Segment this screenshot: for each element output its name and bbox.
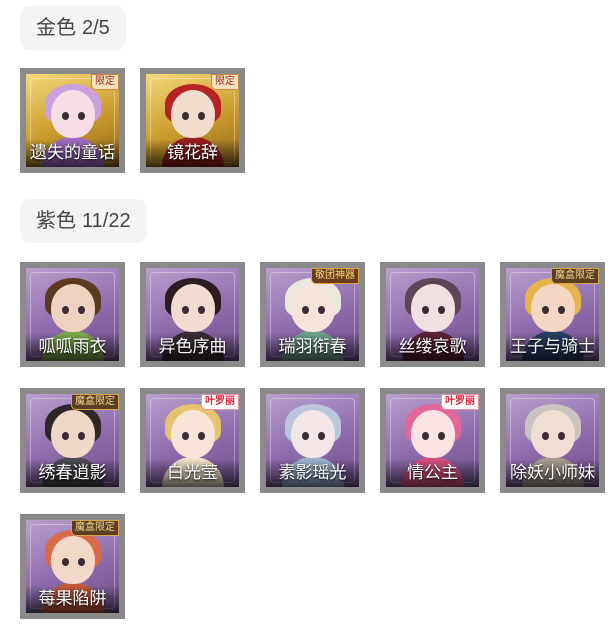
character-card[interactable]: 丝缕哀歌 [380, 262, 485, 367]
character-name: 白光莹 [146, 459, 239, 487]
card-badge: 魔盒限定 [71, 394, 119, 410]
character-name: 素影瑶光 [266, 459, 359, 487]
character-card[interactable]: 魔盒限定绣春逍影 [20, 388, 125, 493]
character-name: 镜花辞 [146, 139, 239, 167]
character-name: 莓果陷阱 [26, 585, 119, 613]
character-card[interactable]: 异色序曲 [140, 262, 245, 367]
card-badge: 叶罗丽 [441, 394, 479, 410]
section-count: 2/5 [82, 17, 110, 39]
character-card[interactable]: 除妖小师妹 [500, 388, 605, 493]
character-card[interactable]: 魔盒限定王子与骑士 [500, 262, 605, 367]
character-card[interactable]: 限定镜花辞 [140, 68, 245, 173]
character-name: 丝缕哀歌 [386, 333, 479, 361]
character-card[interactable]: 敬团神器瑞羽衔春 [260, 262, 365, 367]
card-badge: 限定 [91, 74, 119, 90]
character-name: 绣春逍影 [26, 459, 119, 487]
character-name: 除妖小师妹 [506, 459, 599, 487]
section-tag-purple: 紫色 11/22 [20, 199, 147, 243]
character-name: 呱呱雨衣 [26, 333, 119, 361]
character-name: 异色序曲 [146, 333, 239, 361]
card-badge: 魔盒限定 [71, 520, 119, 536]
section-label: 金色 [36, 17, 76, 39]
character-name: 遗失的童话 [26, 139, 119, 167]
section-count: 11/22 [82, 210, 131, 232]
character-card[interactable]: 呱呱雨衣 [20, 262, 125, 367]
card-badge: 敬团神器 [311, 268, 359, 284]
character-card[interactable]: 限定遗失的童话 [20, 68, 125, 173]
character-name: 情公主 [386, 459, 479, 487]
character-name: 王子与骑士 [506, 333, 599, 361]
section-label: 紫色 [36, 210, 76, 232]
character-name: 瑞羽衔春 [266, 333, 359, 361]
card-badge: 魔盒限定 [551, 268, 599, 284]
section-tag-gold: 金色 2/5 [20, 6, 126, 50]
character-card[interactable]: 叶罗丽白光莹 [140, 388, 245, 493]
character-card[interactable]: 叶罗丽情公主 [380, 388, 485, 493]
character-card[interactable]: 素影瑶光 [260, 388, 365, 493]
character-card[interactable]: 魔盒限定莓果陷阱 [20, 514, 125, 619]
card-badge: 叶罗丽 [201, 394, 239, 410]
card-badge: 限定 [211, 74, 239, 90]
